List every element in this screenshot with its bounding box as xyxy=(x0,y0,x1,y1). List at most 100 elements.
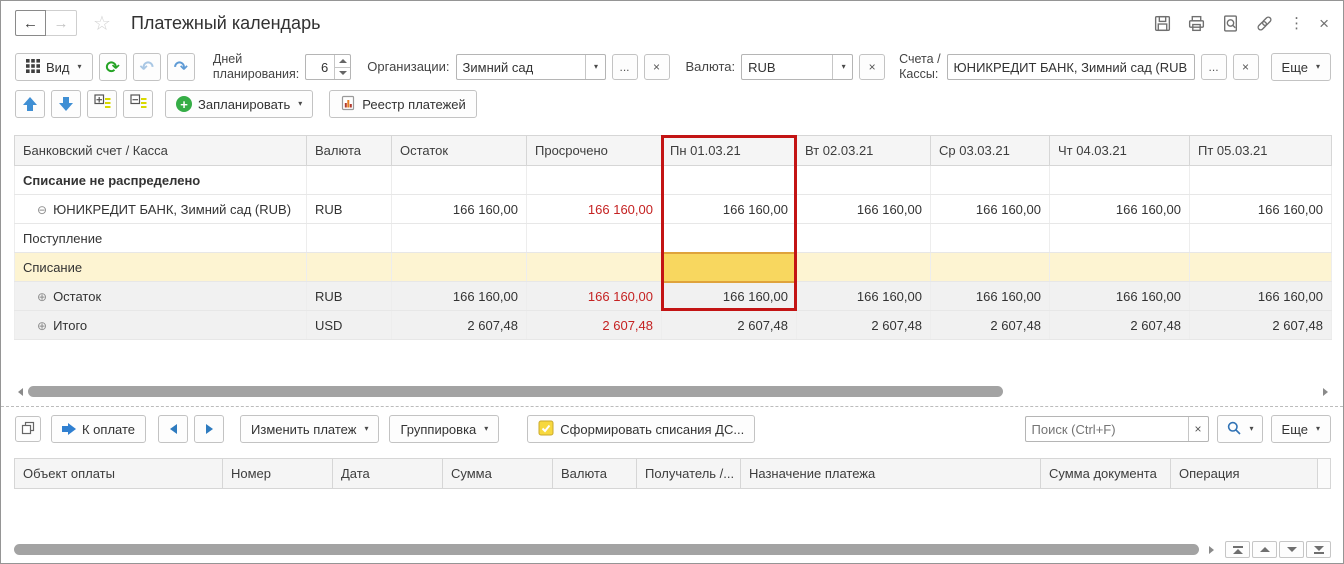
grid-cell[interactable]: Поступление xyxy=(14,223,307,253)
grid-cell[interactable]: Списание xyxy=(14,252,307,282)
col-day-fri[interactable]: Пт 05.03.21 xyxy=(1189,135,1332,166)
go-first-button[interactable] xyxy=(1225,541,1250,558)
grid-cell[interactable]: 2 607,48 xyxy=(1049,310,1190,340)
undo-button[interactable]: ↶ xyxy=(132,53,161,81)
grid-cell[interactable]: 166 160,00 xyxy=(1049,281,1190,311)
more-button-top[interactable]: Еще ▾ xyxy=(1270,53,1332,81)
col-number[interactable]: Номер xyxy=(222,458,333,489)
grid-cell[interactable]: 2 607,48 xyxy=(1189,310,1332,340)
grid-cell[interactable]: 2 607,48 xyxy=(661,310,797,340)
payment-register-button[interactable]: Реестр платежей xyxy=(329,90,477,118)
scroll-right-icon[interactable] xyxy=(1205,545,1217,554)
col-operation[interactable]: Операция xyxy=(1170,458,1318,489)
col-day-tue[interactable]: Вт 02.03.21 xyxy=(796,135,931,166)
currency-dropdown[interactable]: ▾ xyxy=(832,55,852,79)
grid-cell[interactable] xyxy=(661,223,797,253)
grid-cell[interactable] xyxy=(306,252,392,282)
scrollbar-track[interactable] xyxy=(26,385,1319,398)
next-period-button[interactable] xyxy=(194,415,225,443)
col-balance[interactable]: Остаток xyxy=(391,135,527,166)
grid-cell[interactable]: RUB xyxy=(306,194,392,224)
grid-cell[interactable]: 166 160,00 xyxy=(526,194,662,224)
link-icon[interactable] xyxy=(1255,14,1274,33)
organization-input[interactable] xyxy=(456,55,585,79)
grid-cell[interactable]: 2 607,48 xyxy=(526,310,662,340)
grid-cell[interactable]: 166 160,00 xyxy=(930,194,1050,224)
currency-input[interactable] xyxy=(742,55,833,79)
grid-cell[interactable]: 2 607,48 xyxy=(930,310,1050,340)
expand-node-icon[interactable]: ⊕ xyxy=(37,290,47,304)
grid-cell[interactable] xyxy=(930,223,1050,253)
col-doc-amount[interactable]: Сумма документа xyxy=(1040,458,1171,489)
grid-cell[interactable] xyxy=(1049,252,1190,282)
calendar-hscrollbar[interactable] xyxy=(14,384,1331,399)
expand-all-button[interactable] xyxy=(87,90,117,118)
grid-cell[interactable] xyxy=(391,252,527,282)
expand-node-icon[interactable]: ⊕ xyxy=(37,319,47,333)
grid-cell[interactable] xyxy=(526,252,662,282)
grid-cell[interactable]: 166 160,00 xyxy=(1189,281,1332,311)
to-pay-button[interactable]: К оплате xyxy=(51,415,147,443)
grid-cell[interactable]: 2 607,48 xyxy=(391,310,527,340)
grid-cell[interactable]: 166 160,00 xyxy=(796,194,931,224)
view-button[interactable]: Вид ▾ xyxy=(15,53,93,81)
grid-cell[interactable] xyxy=(1189,252,1332,282)
grid-cell[interactable]: USD xyxy=(306,310,392,340)
accounts-browse-button[interactable]: ... xyxy=(1200,54,1227,80)
detach-window-button[interactable] xyxy=(15,416,41,442)
organization-dropdown[interactable]: ▾ xyxy=(584,55,605,79)
payments-vscrollbar[interactable] xyxy=(1318,458,1331,489)
grid-cell[interactable] xyxy=(930,165,1050,195)
col-currency[interactable]: Валюта xyxy=(306,135,392,166)
col-account[interactable]: Банковский счет / Касса xyxy=(14,135,307,166)
grid-cell[interactable]: Списание не распределено xyxy=(14,165,307,195)
print-icon[interactable] xyxy=(1187,14,1206,33)
search-button[interactable]: ▾ xyxy=(1216,415,1263,443)
grid-cell[interactable] xyxy=(1189,165,1332,195)
more-button-bottom[interactable]: Еще ▾ xyxy=(1270,415,1331,443)
go-last-button[interactable] xyxy=(1306,541,1331,558)
favorite-star-icon[interactable]: ☆ xyxy=(93,11,111,36)
grid-cell[interactable]: 166 160,00 xyxy=(391,194,527,224)
grid-cell[interactable]: 166 160,00 xyxy=(391,281,527,311)
grouping-button[interactable]: Группировка ▾ xyxy=(389,415,500,443)
forward-button[interactable]: → xyxy=(46,10,77,36)
grid-cell[interactable] xyxy=(1049,223,1190,253)
col-overdue[interactable]: Просрочено xyxy=(526,135,662,166)
col-day-wed[interactable]: Ср 03.03.21 xyxy=(930,135,1050,166)
planning-days-input[interactable] xyxy=(306,55,335,79)
col-date[interactable]: Дата xyxy=(332,458,443,489)
search-clear-button[interactable]: × xyxy=(1187,417,1208,441)
col-recipient[interactable]: Получатель /... xyxy=(636,458,741,489)
grid-cell[interactable] xyxy=(661,165,797,195)
col-purpose[interactable]: Назначение платежа xyxy=(740,458,1041,489)
grid-cell[interactable] xyxy=(796,252,931,282)
plan-button[interactable]: + Запланировать ▾ xyxy=(165,90,314,118)
accounts-input[interactable] xyxy=(947,55,1194,79)
search-input[interactable] xyxy=(1025,417,1188,441)
grid-cell[interactable] xyxy=(306,223,392,253)
selected-grid-cell[interactable] xyxy=(661,251,797,283)
currency-clear-button[interactable]: × xyxy=(859,54,886,80)
print-preview-icon[interactable] xyxy=(1221,14,1240,33)
grid-cell[interactable]: 166 160,00 xyxy=(1189,194,1332,224)
collapse-node-icon[interactable]: ⊖ xyxy=(37,203,47,217)
move-down-button[interactable] xyxy=(51,90,81,118)
form-writeoffs-button[interactable]: Сформировать списания ДС... xyxy=(527,415,756,443)
more-menu-icon[interactable]: ⋮ xyxy=(1289,16,1304,31)
payments-empty-area[interactable] xyxy=(14,489,1331,539)
planning-days-stepper[interactable] xyxy=(334,55,351,79)
grid-cell[interactable]: RUB xyxy=(306,281,392,311)
refresh-button[interactable]: ⟳ xyxy=(98,53,127,81)
collapse-all-button[interactable] xyxy=(123,90,153,118)
scrollbar-track[interactable] xyxy=(14,543,1203,556)
col-amount[interactable]: Сумма xyxy=(442,458,553,489)
move-up-button[interactable] xyxy=(15,90,45,118)
scrollbar-thumb[interactable] xyxy=(28,386,1003,397)
grid-cell[interactable] xyxy=(391,165,527,195)
grid-cell[interactable] xyxy=(930,252,1050,282)
grid-cell[interactable] xyxy=(1189,223,1332,253)
grid-cell[interactable]: 166 160,00 xyxy=(796,281,931,311)
grid-cell[interactable] xyxy=(391,223,527,253)
grid-cell[interactable]: ⊖ ЮНИКРЕДИТ БАНК, Зимний сад (RUB) xyxy=(14,194,307,224)
